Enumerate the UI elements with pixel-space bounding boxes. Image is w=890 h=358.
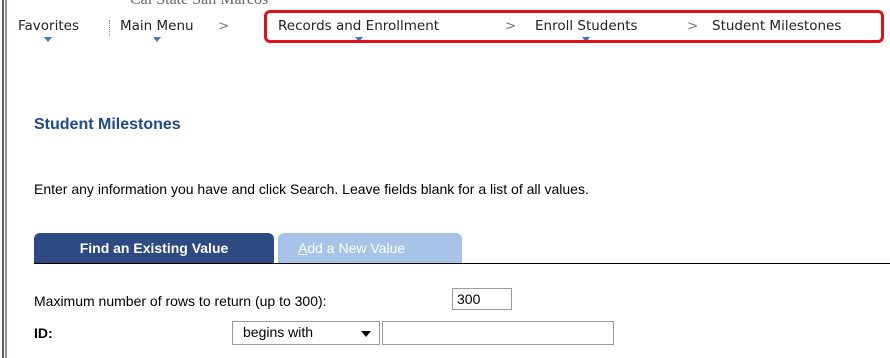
dropdown-triangle-icon <box>152 37 161 42</box>
tab-add-new-value[interactable]: Add a New Value <box>278 233 462 263</box>
nav-main-menu[interactable]: Main Menu <box>120 18 194 42</box>
tab-add-access-key: A <box>298 240 308 256</box>
nav-divider <box>109 20 110 36</box>
org-name-header: Cal State San Marcos <box>130 0 268 9</box>
search-instructions: Enter any information you have and click… <box>34 181 589 197</box>
max-rows-label: Maximum number of rows to return (up to … <box>34 293 327 309</box>
window-frame-line <box>2 0 4 358</box>
tab-add-label: dd a New Value <box>307 240 406 256</box>
breadcrumb-separator: > <box>218 18 230 34</box>
window-frame-line <box>5 0 7 358</box>
nav-favorites-label: Favorites <box>18 18 79 34</box>
chevron-down-icon <box>361 331 371 337</box>
breadcrumb-highlight-box <box>264 10 884 43</box>
id-operator-select[interactable]: begins with <box>232 321 380 345</box>
max-rows-input[interactable] <box>452 288 512 310</box>
id-label: ID: <box>34 325 53 341</box>
id-operator-value: begins with <box>243 324 314 340</box>
id-search-input[interactable] <box>382 321 614 345</box>
tab-find-existing-value[interactable]: Find an Existing Value <box>34 233 274 263</box>
window-left-edge <box>0 0 9 358</box>
page-title: Student Milestones <box>34 116 181 133</box>
nav-favorites[interactable]: Favorites <box>18 18 79 42</box>
dropdown-triangle-icon <box>44 37 53 42</box>
tab-find-label: Find an Existing Value <box>79 240 229 256</box>
nav-main-menu-label: Main Menu <box>120 18 194 34</box>
tab-baseline-divider <box>34 263 890 264</box>
